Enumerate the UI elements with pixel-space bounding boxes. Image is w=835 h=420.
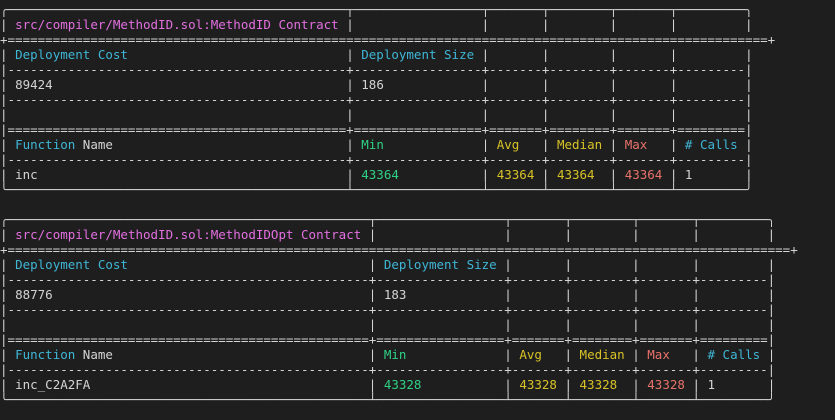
max-header: Max [647,347,670,362]
deployment-header-row: | Deployment Cost | Deployment Size | | … [0,47,753,62]
table-border-top: ╭───────────────────────────────────────… [0,212,776,227]
name-header-word: Name [75,347,113,362]
deployment-value-row: | 88776 | 183 | | | | | [0,287,776,302]
deployment-size-header: Deployment Size [361,47,475,62]
max-header: Max [624,137,648,152]
table-row: | inc_C2A2FA | 43328 | 43328 | 43328 | 4… [0,377,776,392]
table-border-bottom: ╰───────────────────────────────────────… [0,392,776,407]
table-border-top: ╭───────────────────────────────────────… [0,2,753,17]
table-row: | inc | 43364 | 43364 | 43364 | 43364 | … [0,167,753,182]
table-border-bottom: ╰───────────────────────────────────────… [0,182,753,197]
median-value: 43328 [579,377,618,392]
deployment-cost-header: Deployment Cost [15,47,128,62]
min-value: 43364 [361,167,399,182]
calls-value: 1 [707,377,716,392]
name-header-word: Name [75,137,113,152]
max-value: 43364 [624,167,663,182]
min-header: Min [361,137,384,152]
contract-title-row: | src/compiler/MethodID.sol:MethodID Con… [0,17,753,32]
table-border-double: +=======================================… [0,32,776,47]
contract-title-row: | src/compiler/MethodID.sol:MethodIDOpt … [0,227,776,242]
avg-value: 43328 [519,377,557,392]
avg-value: 43364 [496,167,535,182]
avg-header: Avg [496,137,520,152]
table-border-double: |=======================================… [0,122,753,137]
deployment-value-row: | 89424 | 186 | | | | | [0,77,753,92]
calls-header: # Calls [684,137,738,152]
function-header-row: | Function Name | Min | Avg | Median | M… [0,347,776,362]
table-border-double: |=======================================… [0,332,776,347]
deployment-size-value: 183 [383,287,407,302]
avg-header: Avg [519,347,542,362]
median-header: Median [579,347,625,362]
function-header-word: Function [15,137,76,152]
contract-name: src/compiler/MethodID.sol:MethodIDOpt Co… [15,227,362,242]
terminal-window: ╭───────────────────────────────────────… [0,0,835,420]
row-divider: |---------------------------------------… [0,62,753,77]
function-header-word: Function [15,347,76,362]
median-header: Median [556,137,603,152]
deployment-size-header: Deployment Size [383,257,497,272]
min-value: 43328 [383,377,422,392]
max-value: 43328 [647,377,685,392]
deployment-header-row: | Deployment Cost | Deployment Size | | … [0,257,776,272]
function-header-row: | Function Name | Min | Avg | Median | M… [0,137,753,152]
row-divider: |---------------------------------------… [0,272,776,287]
calls-header: # Calls [707,347,761,362]
empty-row: | | | | | | | [0,107,753,122]
median-value: 43364 [556,167,595,182]
row-divider: |---------------------------------------… [0,92,753,107]
contract-name: src/compiler/MethodID.sol:MethodID Contr… [15,17,339,32]
deployment-cost-header: Deployment Cost [15,257,128,272]
min-header: Min [383,347,407,362]
row-divider: |---------------------------------------… [0,152,753,167]
table-border-double: +=======================================… [0,242,798,257]
deployment-cost-value: 89424 [15,77,53,92]
row-divider: |---------------------------------------… [0,302,776,317]
function-name: inc [15,167,38,182]
function-name: inc_C2A2FA [15,377,91,392]
deployment-size-value: 186 [361,77,384,92]
empty-row: | | | | | | | [0,317,776,332]
deployment-cost-value: 88776 [15,287,53,302]
row-divider: |---------------------------------------… [0,362,776,377]
